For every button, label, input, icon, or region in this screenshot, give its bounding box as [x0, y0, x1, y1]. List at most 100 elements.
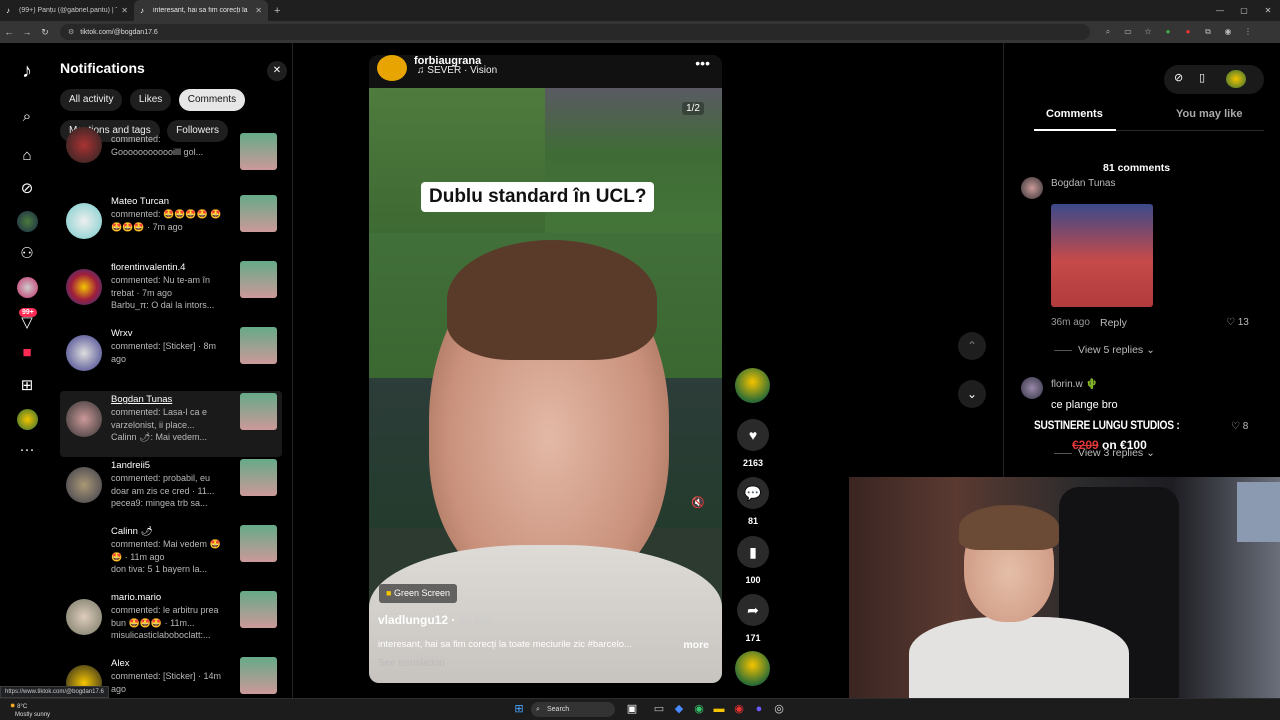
avatar[interactable]: [66, 335, 102, 371]
start-icon[interactable]: ⊞: [512, 702, 526, 716]
avatar[interactable]: [66, 401, 102, 437]
maximize-icon[interactable]: ▢: [1232, 0, 1256, 21]
comment-image[interactable]: [1051, 204, 1153, 307]
avatar[interactable]: [1021, 177, 1043, 199]
list-item[interactable]: Bogdan Tunas commented: Lasa-l ca e varz…: [60, 391, 282, 457]
menu-icon[interactable]: ⋮: [1238, 27, 1258, 37]
more-icon[interactable]: ···: [17, 440, 37, 460]
like-icon[interactable]: ♥: [737, 419, 769, 451]
notification-user[interactable]: mario.mario: [111, 592, 161, 603]
bookmark-star-icon[interactable]: ☆: [1138, 27, 1158, 37]
notification-user[interactable]: florentinvalentin.4: [111, 262, 185, 273]
minimize-icon[interactable]: —: [1208, 0, 1232, 21]
close-window-icon[interactable]: ✕: [1256, 0, 1280, 21]
video-thumbnail[interactable]: [240, 459, 277, 496]
tab-you-may-like[interactable]: You may like: [1176, 108, 1242, 120]
share-icon[interactable]: ➦: [737, 594, 769, 626]
notification-user[interactable]: 1andreii5: [111, 460, 150, 471]
upload-icon[interactable]: ⊞: [17, 376, 37, 396]
list-item[interactable]: mario.mario commented: le arbitru prea b…: [60, 589, 282, 655]
author-name[interactable]: vladlungu12: [378, 613, 448, 627]
view-replies-button[interactable]: View 5 replies ⌄: [1054, 344, 1155, 356]
video-thumbnail[interactable]: [240, 327, 277, 364]
bookmark-icon[interactable]: ▮: [737, 536, 769, 568]
list-item[interactable]: Wrxv commented: [Sticker] · 8m ago: [60, 325, 282, 391]
close-tab-icon[interactable]: ✕: [121, 6, 128, 15]
music-disc-avatar[interactable]: [735, 651, 770, 686]
video-thumbnail[interactable]: [240, 195, 277, 232]
extension-icon[interactable]: ●: [1158, 27, 1178, 37]
filter-likes[interactable]: Likes: [129, 89, 172, 111]
list-item[interactable]: florentinvalentin.4 commented: Nu te-am …: [60, 259, 282, 325]
explore-icon[interactable]: ⊘: [1174, 71, 1183, 84]
cast-icon[interactable]: ▭: [1118, 27, 1138, 37]
task-view-icon[interactable]: ▣: [625, 702, 639, 716]
previous-video-button[interactable]: ⌃: [958, 332, 986, 360]
see-translation-link[interactable]: See translation: [378, 658, 445, 669]
widgets-icon[interactable]: ▭: [652, 702, 666, 716]
live-avatar[interactable]: [17, 277, 38, 298]
puzzle-icon[interactable]: ⧉: [1198, 27, 1218, 37]
list-item[interactable]: Mateo Turcan commented: 🤩🤩🤩🤩 🤩🤩🤩🤩 · 7m a…: [60, 193, 282, 259]
activity-icon[interactable]: ▽: [17, 313, 37, 333]
site-info-icon[interactable]: ⚙: [68, 28, 74, 36]
friends-icon[interactable]: ⚇: [17, 244, 37, 264]
list-item[interactable]: 1andreii5 commented: probabil, eu doar a…: [60, 457, 282, 523]
home-icon[interactable]: ⌂: [17, 146, 37, 166]
comment-icon[interactable]: 💬: [737, 477, 769, 509]
filter-all-activity[interactable]: All activity: [60, 89, 123, 111]
video-thumbnail[interactable]: [240, 133, 277, 170]
account-avatar[interactable]: [377, 55, 407, 81]
filter-comments[interactable]: Comments: [178, 89, 246, 111]
video-thumbnail[interactable]: [240, 591, 277, 628]
list-item[interactable]: commented: Goooooooooooilll gol...: [60, 127, 282, 193]
video-thumbnail[interactable]: [240, 393, 277, 430]
taskbar-search[interactable]: ⌕ Search: [531, 702, 615, 717]
forward-icon[interactable]: →: [18, 27, 36, 37]
video-author[interactable]: vladlungu12 · 1h ago: [378, 613, 492, 627]
avatar[interactable]: [1021, 377, 1043, 399]
more-options-icon[interactable]: •••: [695, 55, 710, 71]
notification-user[interactable]: Alex: [111, 658, 129, 669]
avatar[interactable]: [66, 203, 102, 239]
following-avatar[interactable]: [17, 211, 38, 232]
comment-like[interactable]: ♡ 13: [1226, 317, 1249, 328]
profile-icon[interactable]: ◉: [1218, 27, 1238, 37]
commenter-name[interactable]: Bogdan Tunas: [1051, 178, 1116, 189]
file-explorer-icon[interactable]: ▬: [712, 702, 726, 716]
more-link[interactable]: more: [683, 639, 709, 651]
video-thumbnail[interactable]: [240, 525, 277, 562]
browser-tab-2[interactable]: ♪ interesant, hai sa fim corecți la ✕: [134, 0, 268, 21]
chrome-icon[interactable]: ◉: [692, 702, 706, 716]
app-icon[interactable]: ◎: [772, 702, 786, 716]
reply-button[interactable]: Reply: [1100, 317, 1127, 329]
browser-tab-1[interactable]: ♪ (99+) Panțu (@gabriel.pantu) | T ✕: [0, 0, 134, 21]
video-thumbnail[interactable]: [240, 657, 277, 694]
discord-icon[interactable]: ●: [752, 702, 766, 716]
avatar[interactable]: [66, 599, 102, 635]
notification-user[interactable]: Bogdan Tunas: [111, 394, 172, 405]
video-player[interactable]: forbiaugrana ♫ SEVER · Vision ••• 1/2 Du…: [369, 55, 722, 683]
avatar[interactable]: [66, 269, 102, 305]
copilot-icon[interactable]: ◆: [672, 702, 686, 716]
tab-comments[interactable]: Comments: [1046, 108, 1103, 120]
profile-avatar[interactable]: [17, 409, 38, 430]
explore-icon[interactable]: ⊘: [17, 179, 37, 199]
avatar[interactable]: [66, 127, 102, 163]
comment-like[interactable]: ♡ 8: [1231, 421, 1248, 432]
notification-user[interactable]: Wrxv: [111, 328, 132, 339]
app-icon[interactable]: ◉: [732, 702, 746, 716]
close-tab-icon[interactable]: ✕: [255, 6, 262, 15]
new-tab-icon[interactable]: +: [274, 5, 280, 17]
next-video-button[interactable]: ⌄: [958, 380, 986, 408]
messages-icon[interactable]: ■: [17, 343, 37, 363]
close-icon[interactable]: ✕: [267, 61, 287, 81]
reload-icon[interactable]: ↻: [36, 27, 54, 38]
music-label[interactable]: ♫ SEVER · Vision: [417, 65, 497, 76]
search-icon[interactable]: ⌕: [17, 107, 37, 127]
back-icon[interactable]: ←: [0, 27, 18, 37]
notification-user[interactable]: Calinn 🌶: [111, 526, 153, 537]
video-thumbnail[interactable]: [240, 261, 277, 298]
mute-icon[interactable]: 🔇: [691, 496, 705, 509]
avatar[interactable]: [66, 467, 102, 503]
